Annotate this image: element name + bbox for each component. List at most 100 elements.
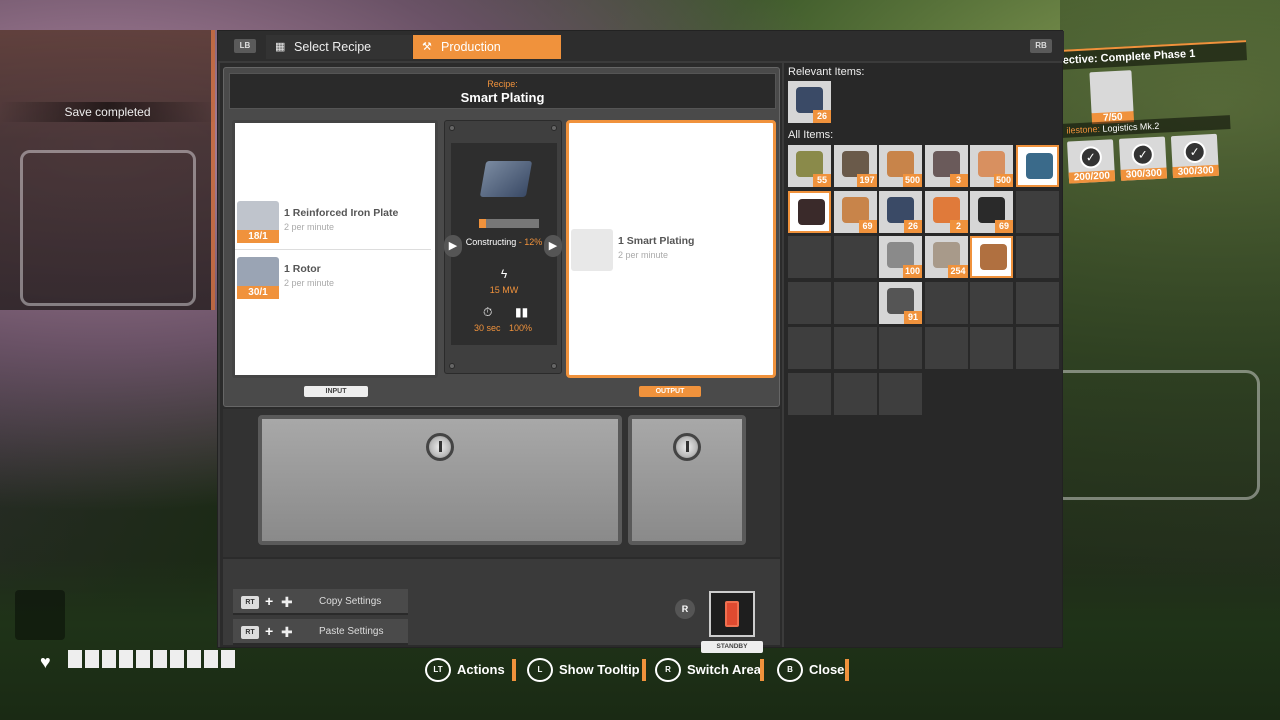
screw <box>551 363 557 369</box>
milestone-item: ✓ 300/300 <box>1170 133 1220 179</box>
inventory-item-slot[interactable]: 500 <box>970 145 1013 187</box>
screw <box>449 125 455 131</box>
dpad-icon: ✚ <box>281 624 293 640</box>
extra-slot-panel[interactable] <box>628 415 746 545</box>
rb-button-hint[interactable]: RB <box>1030 39 1052 53</box>
inventory-empty-slot[interactable] <box>1015 281 1059 324</box>
inventory-empty-slot[interactable] <box>924 281 968 324</box>
inventory-item-slot[interactable]: 26 <box>879 190 922 233</box>
show-tooltip-label: Show Tooltip <box>559 662 640 677</box>
copy-settings-label: Copy Settings <box>319 596 382 607</box>
machine-display: Constructing - 12% ϟ 15 MW ⏱ ▮▮ 30 sec 1… <box>451 143 557 345</box>
tab-production[interactable]: ⚒ Production <box>413 35 561 59</box>
recipe-name: Smart Plating <box>460 90 545 105</box>
objective-item: 7/50 <box>1089 70 1135 125</box>
machine-status: Constructing - 12% <box>465 237 543 247</box>
b-button-icon: B <box>777 658 803 682</box>
inventory-item-slot[interactable]: 69 <box>833 190 877 233</box>
objective-panel: ective: Complete Phase 1 7/50 ilestone: … <box>1056 40 1254 200</box>
inventory-empty-slot[interactable] <box>833 372 877 415</box>
item-count: 2 <box>949 219 968 233</box>
progress-fill <box>479 219 487 228</box>
output-panel: 1 Smart Plating 2 per minute <box>566 120 776 378</box>
overclock-slot-panel[interactable] <box>258 415 622 545</box>
r-button-hint: R <box>675 599 695 619</box>
input-rate: 2 per minute <box>284 222 335 232</box>
inventory-empty-slot[interactable] <box>788 327 831 369</box>
standby-toggle-knob <box>725 601 739 627</box>
inventory-empty-slot[interactable] <box>970 281 1013 324</box>
inventory-empty-slot[interactable] <box>833 327 877 369</box>
inventory-item-slot[interactable]: 100 <box>879 236 922 278</box>
inventory-item-slot[interactable]: 91 <box>879 281 922 324</box>
input-name: 1 Rotor <box>284 263 321 275</box>
inventory-item-slot[interactable]: 2 <box>924 190 968 233</box>
input-name: 1 Reinforced Iron Plate <box>284 207 399 219</box>
clock-speed: 100% <box>509 323 533 333</box>
tab-select-recipe[interactable]: ▦ Select Recipe <box>266 35 412 59</box>
hammer-icon: ⚒ <box>422 41 432 53</box>
input-count: 18/1 <box>237 230 279 243</box>
standby-switch[interactable] <box>709 591 755 637</box>
separator <box>760 659 764 681</box>
cycle-time: 30 sec <box>474 323 501 333</box>
power-usage: 15 MW <box>489 285 519 295</box>
close-label: Close <box>809 662 845 677</box>
inventory-item-slot[interactable] <box>970 236 1013 278</box>
inventory-area: Relevant Items: 26 All Items: 55 197 500 3 5… <box>784 63 1062 647</box>
item-count: 100 <box>902 265 922 278</box>
lock-icon <box>673 433 701 461</box>
screw <box>449 363 455 369</box>
input-item-reinforced-iron-plate[interactable]: 18/1 1 Reinforced Iron Plate 2 per minut… <box>235 199 435 245</box>
inventory-item-slot[interactable]: 500 <box>879 145 922 187</box>
inventory-empty-slot[interactable] <box>879 372 922 415</box>
constructor-window: LB ▦ Select Recipe ⚒ Production RB Recip… <box>217 30 1064 653</box>
save-toast: Save completed <box>0 102 215 122</box>
output-item-smart-plating[interactable]: 1 Smart Plating 2 per minute <box>569 227 769 273</box>
inventory-empty-slot[interactable] <box>1015 327 1059 369</box>
inventory-empty-slot[interactable] <box>1015 236 1059 278</box>
inventory-empty-slot[interactable] <box>879 327 922 369</box>
inventory-empty-slot[interactable] <box>788 236 831 278</box>
inventory-item-slot[interactable] <box>788 190 831 233</box>
l-button-icon: L <box>527 658 553 682</box>
inventory-empty-slot[interactable] <box>970 327 1013 369</box>
milestone-item: ✓ 300/300 <box>1118 136 1168 181</box>
controls-footer: LT Actions L Show Tooltip R Switch Area … <box>0 652 1280 686</box>
input-count: 30/1 <box>237 286 279 299</box>
copy-settings-button[interactable]: RT + ✚ Copy Settings <box>233 589 408 615</box>
shard-slots-area <box>223 409 780 557</box>
item-count: 91 <box>904 310 922 324</box>
lt-button-icon: LT <box>425 658 451 682</box>
relevant-item-slot[interactable]: 26 <box>788 81 831 123</box>
input-tag: INPUT <box>304 386 368 397</box>
inventory-item-slot[interactable] <box>1015 145 1059 187</box>
input-item-rotor[interactable]: 30/1 1 Rotor 2 per minute <box>235 255 435 301</box>
inventory-item-slot[interactable]: 69 <box>970 190 1013 233</box>
item-count: 69 <box>995 219 1013 233</box>
inventory-item-slot[interactable]: 55 <box>788 145 831 187</box>
inventory-item-slot[interactable]: 3 <box>924 145 968 187</box>
inventory-item-slot[interactable]: 254 <box>924 236 968 278</box>
item-count: 3 <box>949 174 968 187</box>
item-count: 26 <box>813 110 831 123</box>
output-tag: OUTPUT <box>639 386 701 397</box>
rotor-icon: 30/1 <box>237 257 279 299</box>
paste-settings-button[interactable]: RT + ✚ Paste Settings <box>233 619 408 645</box>
inventory-empty-slot[interactable] <box>788 372 831 415</box>
item-count: 500 <box>902 174 922 187</box>
tab-bar: LB ▦ Select Recipe ⚒ Production RB <box>218 31 1064 61</box>
inventory-empty-slot[interactable] <box>833 281 877 324</box>
dpad-icon: ✚ <box>281 594 293 610</box>
inventory-empty-slot[interactable] <box>788 281 831 324</box>
item-count: 69 <box>858 219 877 233</box>
inventory-empty-slot[interactable] <box>924 327 968 369</box>
check-icon: ✓ <box>1079 145 1103 169</box>
inventory-empty-slot[interactable] <box>833 236 877 278</box>
machine-panel: Constructing - 12% ϟ 15 MW ⏱ ▮▮ 30 sec 1… <box>444 120 562 374</box>
separator <box>845 659 849 681</box>
inventory-empty-slot[interactable] <box>1015 190 1059 233</box>
inventory-item-slot[interactable]: 197 <box>833 145 877 187</box>
item-icon <box>798 198 825 225</box>
lb-button-hint[interactable]: LB <box>234 39 256 53</box>
